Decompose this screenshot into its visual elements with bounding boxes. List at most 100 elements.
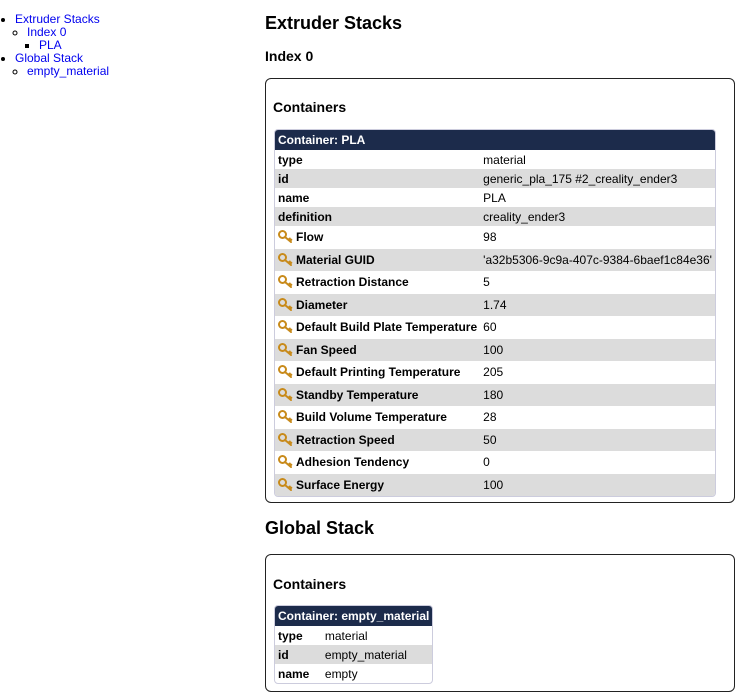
row-value: 100 bbox=[480, 473, 715, 496]
containers-label: Containers bbox=[273, 576, 347, 592]
nav-item-extruder-stacks: Extruder Stacks Index 0 PLA bbox=[15, 13, 240, 52]
table-row: Retraction Distance 5 bbox=[275, 271, 715, 294]
row-key: Surface Energy bbox=[275, 473, 481, 496]
nav-link-empty-material[interactable]: empty_material bbox=[27, 64, 109, 78]
row-value: material bbox=[483, 152, 526, 167]
key-icon bbox=[278, 477, 293, 491]
key-icon bbox=[278, 320, 293, 334]
container-header: Container: empty_material bbox=[275, 606, 433, 626]
nav-link-pla[interactable]: PLA bbox=[39, 38, 62, 52]
key-icon bbox=[278, 365, 293, 379]
row-key-label: id bbox=[278, 647, 289, 662]
container-table-pla: Container: PLA type material id generic_pla… bbox=[274, 129, 716, 497]
key-icon bbox=[278, 387, 293, 401]
nav-list: Extruder Stacks Index 0 PLA Global Stack… bbox=[0, 13, 240, 78]
row-key: Default Printing Temperature bbox=[275, 361, 480, 384]
table-row: Adhesion Tendency 0 bbox=[275, 451, 715, 474]
table-row: type material bbox=[275, 626, 432, 645]
row-value: 180 bbox=[480, 383, 715, 406]
table-row: id generic_pla_175 #2_creality_ender3 bbox=[275, 169, 715, 188]
global-containers-box: Containers Container: empty_material typ… bbox=[265, 554, 735, 692]
table-row: Flow 98 bbox=[275, 226, 715, 249]
key-icon bbox=[278, 455, 293, 469]
row-value: 5 bbox=[483, 275, 490, 290]
key-icon bbox=[278, 297, 293, 311]
row-key-label: Diameter bbox=[296, 297, 348, 312]
row-key: Standby Temperature bbox=[275, 383, 481, 406]
row-key: Retraction Speed bbox=[275, 428, 481, 451]
row-key: id bbox=[275, 645, 322, 664]
row-value: 98 bbox=[483, 230, 497, 245]
key-icon bbox=[278, 342, 293, 356]
row-key: Build Volume Temperature bbox=[275, 406, 480, 429]
row-key-label: definition bbox=[278, 209, 332, 224]
key-icon bbox=[278, 252, 293, 266]
row-key: Retraction Distance bbox=[275, 271, 480, 294]
row-value: material bbox=[324, 628, 368, 643]
containers-label: Containers bbox=[273, 99, 347, 115]
key-icon bbox=[278, 275, 293, 289]
row-key-label: Flow bbox=[296, 230, 324, 245]
row-value: generic_pla_175 #2_creality_ender3 bbox=[480, 169, 715, 188]
row-value: empty bbox=[324, 666, 358, 681]
row-key-label: id bbox=[278, 171, 289, 186]
row-key-label: Retraction Speed bbox=[296, 432, 395, 447]
container-header: Container: PLA bbox=[275, 130, 715, 150]
key-icon bbox=[278, 230, 293, 244]
row-key: id bbox=[275, 169, 481, 188]
table-row: Build Volume Temperature 28 bbox=[275, 406, 715, 429]
table-row: name empty bbox=[275, 664, 432, 683]
nav-tree: Extruder Stacks Index 0 PLA Global Stack… bbox=[0, 13, 240, 78]
nav-item-empty-material: empty_material bbox=[27, 65, 240, 78]
row-value: empty_material bbox=[321, 645, 433, 664]
row-key-label: name bbox=[278, 190, 310, 205]
table-row: type material bbox=[275, 150, 715, 169]
extruder-containers-box: Containers Container: PLA type material id… bbox=[265, 78, 735, 503]
index-0-title: Index 0 bbox=[265, 48, 314, 64]
table-row: id empty_material bbox=[275, 645, 433, 664]
row-value: PLA bbox=[483, 190, 506, 205]
extruder-stacks-title: Extruder Stacks bbox=[265, 13, 403, 33]
nav-link-extruder-stacks[interactable]: Extruder Stacks bbox=[15, 12, 100, 26]
row-key: Diameter bbox=[275, 293, 481, 316]
row-key: definition bbox=[275, 207, 481, 226]
row-key-label: type bbox=[278, 152, 303, 167]
table-row: Fan Speed 100 bbox=[275, 338, 715, 361]
nav-item-index-0: Index 0 PLA bbox=[27, 26, 240, 52]
row-value: 100 bbox=[480, 338, 715, 361]
row-key-label: Standby Temperature bbox=[296, 387, 419, 402]
row-value: creality_ender3 bbox=[480, 207, 715, 226]
row-key: Default Build Plate Temperature bbox=[275, 316, 480, 339]
table-row: Default Build Plate Temperature 60 bbox=[275, 316, 715, 339]
row-key-label: Retraction Distance bbox=[296, 275, 409, 290]
table-row: Default Printing Temperature 205 bbox=[275, 361, 715, 384]
nav-link-global-stack[interactable]: Global Stack bbox=[15, 51, 83, 65]
table-row: Surface Energy 100 bbox=[275, 473, 715, 496]
row-key: type bbox=[275, 626, 322, 645]
row-key: Adhesion Tendency bbox=[275, 451, 480, 474]
row-key-label: Default Printing Temperature bbox=[296, 365, 461, 380]
row-key-label: Adhesion Tendency bbox=[296, 455, 410, 470]
row-value: 0 bbox=[483, 455, 490, 470]
row-key-label: name bbox=[278, 666, 310, 681]
row-value: 50 bbox=[480, 428, 715, 451]
table-row: Retraction Speed 50 bbox=[275, 428, 715, 451]
nav-link-index-0[interactable]: Index 0 bbox=[27, 25, 66, 39]
global-stack-title: Global Stack bbox=[265, 518, 375, 538]
row-key-label: type bbox=[278, 628, 303, 643]
table-row: name PLA bbox=[275, 188, 715, 207]
key-icon bbox=[278, 410, 293, 424]
row-value: 'a32b5306-9c9a-407c-9384-6baef1c84e36' bbox=[480, 248, 715, 271]
row-value: 1.74 bbox=[480, 293, 715, 316]
row-key-label: Fan Speed bbox=[296, 342, 357, 357]
row-key: name bbox=[275, 664, 322, 683]
row-key-label: Material GUID bbox=[296, 252, 375, 267]
row-key-label: Surface Energy bbox=[296, 477, 385, 492]
table-row: Diameter 1.74 bbox=[275, 293, 715, 316]
row-key-label: Default Build Plate Temperature bbox=[296, 320, 478, 335]
row-value: 60 bbox=[483, 320, 497, 335]
row-key: Flow bbox=[275, 226, 480, 249]
table-row: Material GUID 'a32b5306-9c9a-407c-9384-6b… bbox=[275, 248, 715, 271]
row-value: 205 bbox=[483, 365, 504, 380]
container-table-empty-material: Container: empty_material type material id… bbox=[274, 605, 434, 684]
